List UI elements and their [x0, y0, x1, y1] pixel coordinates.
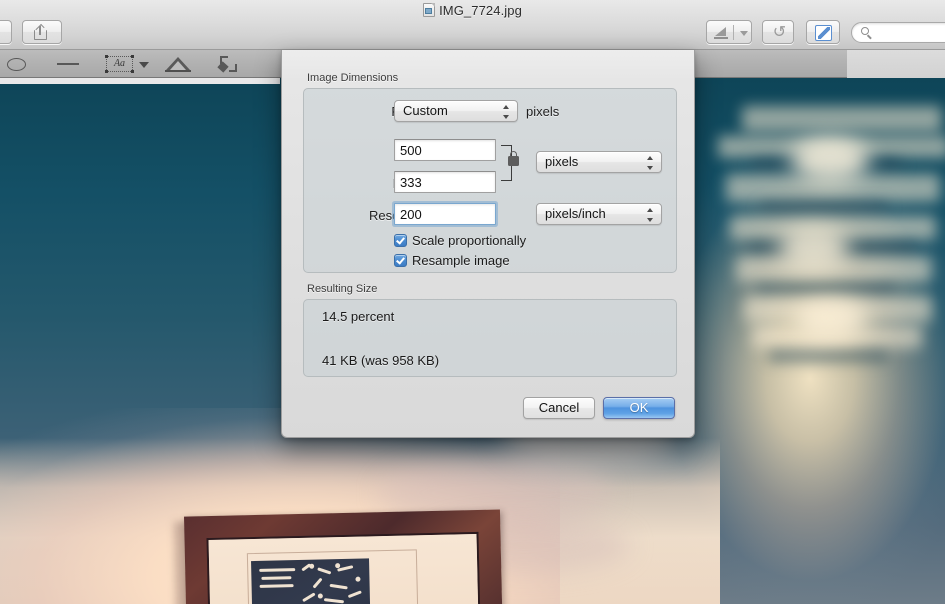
page-title: IMG_7724.jpg: [0, 1, 945, 21]
shape-icon-base: [165, 70, 191, 72]
oval-tool[interactable]: [6, 54, 28, 74]
resulting-percent: 14.5 percent: [322, 309, 395, 324]
height-input[interactable]: [394, 171, 496, 193]
search-input[interactable]: [876, 25, 945, 40]
resample-image-label: Resample image: [412, 253, 510, 268]
share-icon: [34, 23, 50, 40]
cancel-button[interactable]: Cancel: [523, 397, 595, 419]
handle-icon: [131, 55, 134, 58]
stepper-arrows-icon: [647, 208, 654, 222]
text-icon: Aa: [106, 56, 133, 72]
ok-button[interactable]: OK: [603, 397, 675, 419]
handle-icon: [105, 55, 108, 58]
resize-icon: [217, 56, 237, 73]
checkbox-checked-icon: [394, 254, 407, 267]
markup-pen-button[interactable]: [706, 20, 752, 44]
fit-into-units: pixels: [526, 104, 560, 119]
markup-pen-icon: [714, 26, 729, 40]
handle-icon: [131, 70, 134, 73]
jpeg-document-icon: [423, 3, 436, 17]
dimension-unit-select[interactable]: pixels: [536, 151, 662, 173]
window-titlebar: IMG_7724.jpg ↺: [0, 0, 945, 50]
resolution-unit-select[interactable]: pixels/inch: [536, 203, 662, 225]
adjust-size-dialog: Image Dimensions Fit into: Custom pixels…: [281, 50, 695, 438]
share-button[interactable]: [22, 20, 62, 44]
width-input[interactable]: [394, 139, 496, 161]
fit-into-select[interactable]: Custom: [394, 100, 518, 122]
checkbox-checked-icon: [394, 234, 407, 247]
fit-into-value: Custom: [403, 103, 448, 118]
oval-icon: [7, 58, 26, 71]
photo-top-edge: [0, 78, 280, 84]
line-icon: [57, 63, 79, 65]
resolution-unit-value: pixels/inch: [545, 206, 606, 221]
preview-window: Aa IMG_7724.jpg ↺ Image Dimensions Custo…: [0, 0, 945, 604]
dimension-unit-value: pixels: [545, 154, 579, 169]
chevron-down-icon[interactable]: [139, 62, 149, 68]
markup-toolbar-toggle-button[interactable]: [806, 20, 840, 44]
stepper-arrows-icon: [647, 156, 654, 170]
rotate-left-button[interactable]: ↺: [762, 20, 794, 44]
shape-tool[interactable]: [164, 54, 192, 74]
search-field[interactable]: [851, 22, 945, 43]
markup-toolbar-toggle-icon: [815, 25, 832, 41]
divider: [733, 25, 734, 40]
shape-icon-inner: [170, 61, 186, 70]
line-tool[interactable]: [56, 54, 80, 74]
dandelion-print: [251, 558, 372, 604]
scale-proportionally-label: Scale proportionally: [412, 233, 527, 248]
search-icon: [861, 27, 869, 35]
rotate-left-icon: ↺: [772, 24, 787, 41]
resize-tool[interactable]: [217, 54, 242, 74]
image-dimensions-group-label: Image Dimensions: [307, 72, 399, 84]
resulting-size-group-label: Resulting Size: [307, 283, 378, 295]
window-title-text: IMG_7724.jpg: [439, 3, 522, 18]
framed-artwork: [183, 509, 505, 604]
chevron-down-icon[interactable]: [740, 31, 748, 36]
handle-icon: [105, 70, 108, 73]
resolution-input[interactable]: [394, 203, 496, 225]
resulting-filesize: 41 KB (was 958 KB): [322, 353, 440, 368]
lock-closed-icon: [508, 151, 519, 166]
text-tool[interactable]: Aa: [105, 54, 152, 74]
stepper-arrows-icon: [503, 105, 510, 119]
annotation-toolbar-filler: [847, 50, 945, 78]
previous-item-button[interactable]: [0, 20, 12, 44]
